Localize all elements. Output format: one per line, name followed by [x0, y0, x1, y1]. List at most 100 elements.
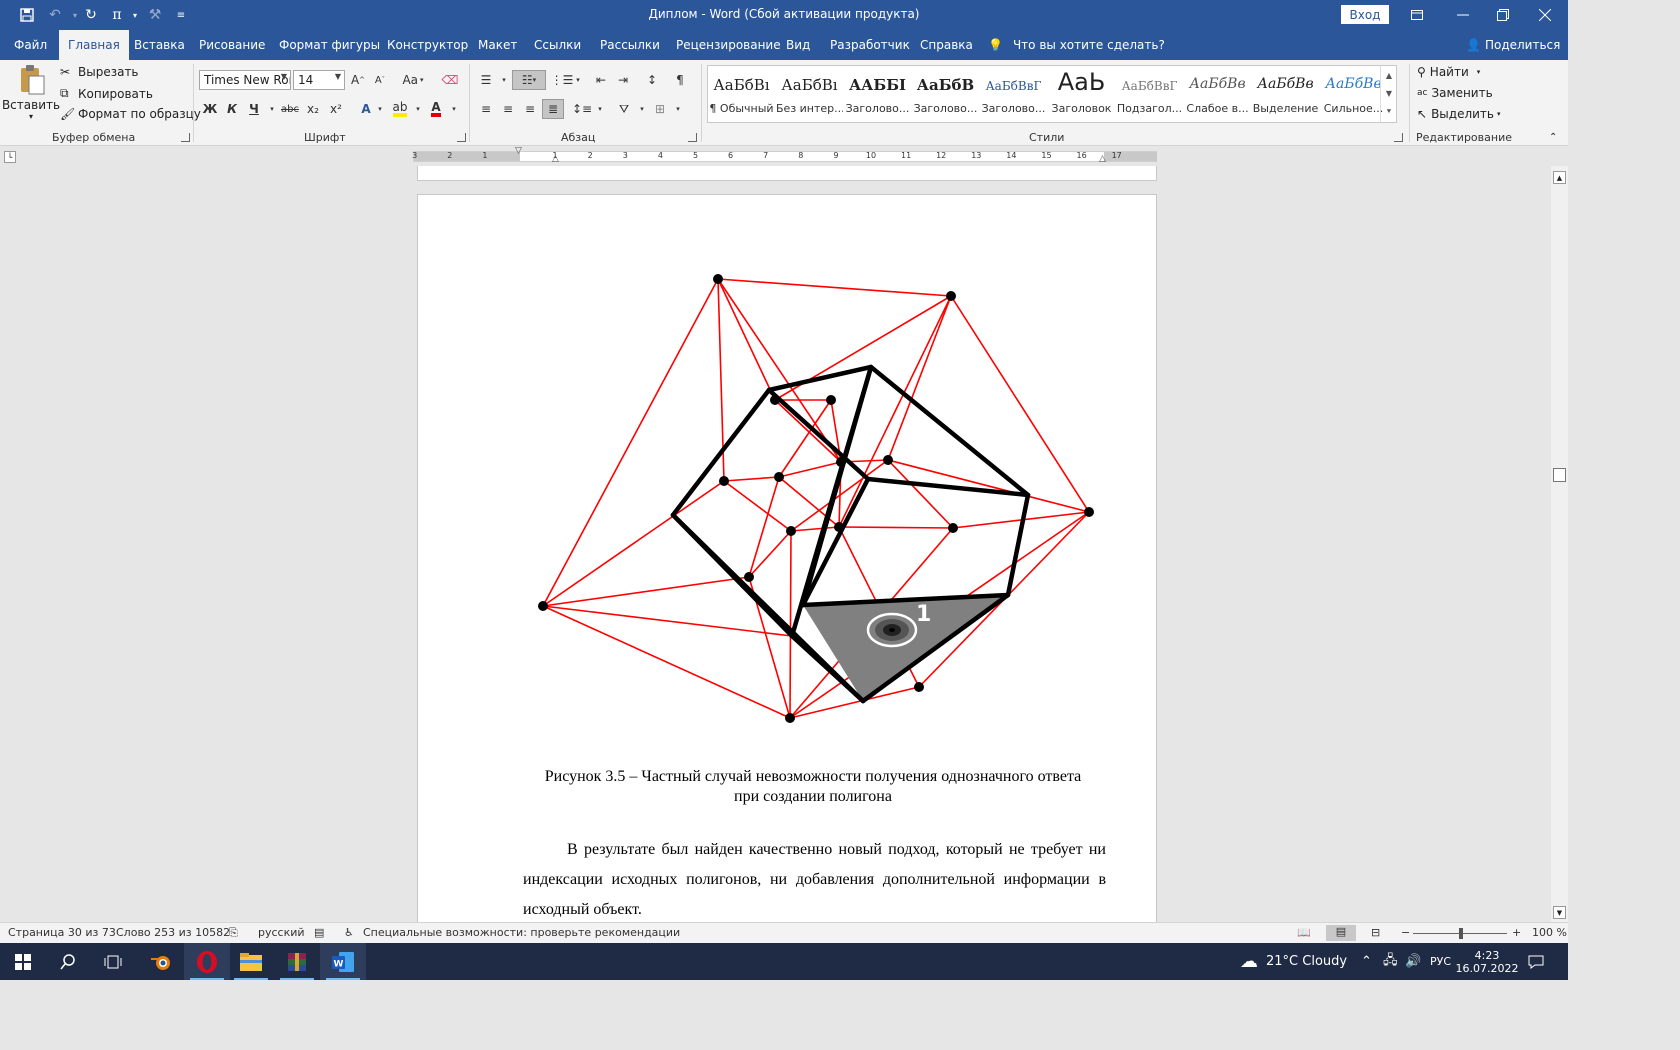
- font-launcher-icon[interactable]: [457, 133, 466, 142]
- clock[interactable]: 4:23 16.07.2022: [1456, 943, 1519, 980]
- language-indicator[interactable]: русский: [258, 926, 305, 939]
- search-icon[interactable]: [45, 943, 91, 980]
- volume-icon[interactable]: 🔊: [1405, 943, 1421, 980]
- horizontal-ruler[interactable]: └ 3 2 1 1 2 3 4 5 6 7 8 9 10 11 12 13 14 15 16 17 ▽ △ △: [0, 146, 1568, 166]
- document-area[interactable]: 1 Рисунок 3.5 – Частный случай невозможн…: [0, 166, 1551, 922]
- find-button[interactable]: ⚲ Найти ▾: [1417, 65, 1480, 79]
- font-color-icon[interactable]: A: [426, 100, 446, 118]
- align-left-icon[interactable]: ≡: [476, 100, 496, 118]
- bullets-icon[interactable]: ☰: [476, 71, 496, 89]
- gallery-down-icon[interactable]: ▼: [1386, 89, 1392, 98]
- equation-dropdown-icon[interactable]: ▾: [124, 5, 146, 25]
- print-layout-icon[interactable]: ▤: [1326, 925, 1356, 941]
- right-indent-marker[interactable]: △: [1099, 154, 1106, 164]
- winrar-icon[interactable]: [274, 943, 320, 980]
- tab-selector-icon[interactable]: └: [4, 151, 16, 163]
- style-subtle-emphasis[interactable]: АаБбВв Слабое в...: [1184, 66, 1251, 122]
- tab-insert[interactable]: Вставка: [134, 30, 185, 60]
- numbering-icon[interactable]: ☷ ▾: [512, 70, 546, 90]
- style-no-spacing[interactable]: АаБбВı Без интер...: [776, 66, 843, 122]
- proofing-icon[interactable]: ⎘: [229, 926, 238, 940]
- accessibility-status[interactable]: Специальные возможности: проверьте реком…: [363, 926, 680, 939]
- style-heading-1[interactable]: ААББІ Заголово...: [844, 66, 911, 122]
- increase-indent-icon[interactable]: ⇥: [613, 71, 633, 89]
- tab-shape-format[interactable]: Формат фигуры: [279, 30, 380, 60]
- ruler-bar[interactable]: 3 2 1 1 2 3 4 5 6 7 8 9 10 11 12 13 14 15 16 17 ▽ △ △: [412, 146, 1157, 164]
- first-line-indent-marker[interactable]: ▽: [515, 146, 522, 156]
- file-explorer-icon[interactable]: [228, 943, 274, 980]
- windows-start-icon[interactable]: [0, 943, 46, 980]
- opera-icon[interactable]: [184, 943, 230, 980]
- scroll-down-icon[interactable]: ▼: [1553, 906, 1566, 919]
- read-mode-icon[interactable]: 📖: [1297, 926, 1311, 939]
- bullets-dropdown-icon[interactable]: ▾: [494, 71, 514, 89]
- bold-button[interactable]: Ж: [200, 100, 220, 118]
- undo-icon[interactable]: ↶: [44, 5, 66, 25]
- tab-home[interactable]: Главная: [59, 30, 129, 60]
- style-heading-3[interactable]: АаБбВвГ Заголово...: [980, 66, 1047, 122]
- scroll-up-icon[interactable]: ▲: [1553, 171, 1566, 184]
- font-name-combo[interactable]: Times New Ron ▼: [199, 70, 291, 90]
- task-view-icon[interactable]: [90, 943, 136, 980]
- styles-gallery-scroll[interactable]: ▲ ▼ ⯆: [1380, 66, 1397, 122]
- paste-button[interactable]: Вставить ▾: [2, 64, 60, 126]
- paragraph-launcher-icon[interactable]: [688, 133, 697, 142]
- tab-file[interactable]: Файл: [14, 30, 47, 60]
- paste-dropdown-icon[interactable]: ▾: [29, 112, 33, 121]
- gallery-up-icon[interactable]: ▲: [1386, 71, 1392, 80]
- customize-toolbar-icon[interactable]: ≡: [170, 5, 192, 25]
- borders-icon[interactable]: ⊞: [650, 100, 670, 118]
- style-title[interactable]: АаЬ Заголовок: [1048, 66, 1115, 122]
- close-icon[interactable]: [1522, 0, 1568, 30]
- change-case-icon[interactable]: Aa ▾: [398, 71, 428, 89]
- shading-dropdown-icon[interactable]: ▾: [632, 100, 652, 118]
- ribbon-display-options-icon[interactable]: [1394, 0, 1440, 30]
- style-normal[interactable]: АаБбВı ¶ Обычный: [708, 66, 775, 122]
- redo-icon[interactable]: ↻: [80, 5, 102, 25]
- style-emphasis[interactable]: АаБбВв Выделение: [1252, 66, 1319, 122]
- zoom-in-button[interactable]: +: [1512, 926, 1521, 939]
- login-button[interactable]: Вход: [1341, 5, 1389, 24]
- pilcrow-icon[interactable]: ¶: [670, 71, 690, 89]
- line-spacing-icon[interactable]: ↕≡: [572, 100, 592, 118]
- clipboard-launcher-icon[interactable]: [181, 133, 190, 142]
- cut-button[interactable]: ✂ Вырезать: [60, 65, 139, 79]
- font-size-combo[interactable]: 14 ▼: [293, 70, 345, 90]
- find-dropdown-icon[interactable]: ▾: [1477, 68, 1481, 76]
- highlight-dropdown-icon[interactable]: ▾: [408, 100, 428, 118]
- align-right-icon[interactable]: ≡: [520, 100, 540, 118]
- document-page[interactable]: 1 Рисунок 3.5 – Частный случай невозможн…: [417, 194, 1157, 922]
- scroll-thumb[interactable]: [1553, 468, 1566, 482]
- weather-widget[interactable]: ☁ 21°C Cloudy: [1240, 943, 1347, 980]
- tab-design[interactable]: Конструктор: [387, 30, 468, 60]
- tell-me-box[interactable]: 💡 Что вы хотите сделать?: [988, 30, 1165, 60]
- notifications-icon[interactable]: [1528, 943, 1544, 980]
- show-hidden-icons-icon[interactable]: ⌃: [1361, 943, 1372, 980]
- superscript-button[interactable]: x²: [326, 100, 346, 118]
- shading-icon[interactable]: ⛛: [614, 100, 634, 118]
- macro-icon[interactable]: ▤: [314, 926, 324, 939]
- hanging-indent-marker[interactable]: △: [552, 154, 559, 164]
- tab-mailings[interactable]: Рассылки: [600, 30, 660, 60]
- highlight-icon[interactable]: ab: [390, 100, 410, 118]
- style-subtitle[interactable]: АаБбВвГ Подзагол...: [1116, 66, 1183, 122]
- justify-icon[interactable]: ≣: [542, 99, 564, 119]
- sort-icon[interactable]: ↕: [642, 71, 662, 89]
- tab-help[interactable]: Справка: [920, 30, 973, 60]
- collapse-ribbon-icon[interactable]: ⌃: [1549, 132, 1557, 143]
- format-painter-button[interactable]: 🖌 Формат по образцу: [60, 107, 201, 121]
- font-color-dropdown-icon[interactable]: ▾: [444, 100, 464, 118]
- multilevel-dropdown-icon[interactable]: ▾: [568, 71, 588, 89]
- body-paragraph[interactable]: В результате был найден качественно новы…: [523, 835, 1106, 922]
- strikethrough-button[interactable]: abc: [280, 100, 300, 118]
- tab-draw[interactable]: Рисование: [199, 30, 265, 60]
- decrease-indent-icon[interactable]: ⇤: [591, 71, 611, 89]
- gallery-more-icon[interactable]: ⯆: [1386, 107, 1392, 117]
- underline-button[interactable]: Ч: [244, 100, 264, 118]
- zoom-slider-thumb[interactable]: [1459, 928, 1463, 939]
- input-language[interactable]: РУС: [1430, 943, 1451, 980]
- styles-launcher-icon[interactable]: [1394, 133, 1403, 142]
- replace-button[interactable]: ac Заменить: [1417, 86, 1493, 100]
- style-heading-2[interactable]: АаБбВ Заголово...: [912, 66, 979, 122]
- underline-dropdown-icon[interactable]: ▾: [262, 100, 282, 118]
